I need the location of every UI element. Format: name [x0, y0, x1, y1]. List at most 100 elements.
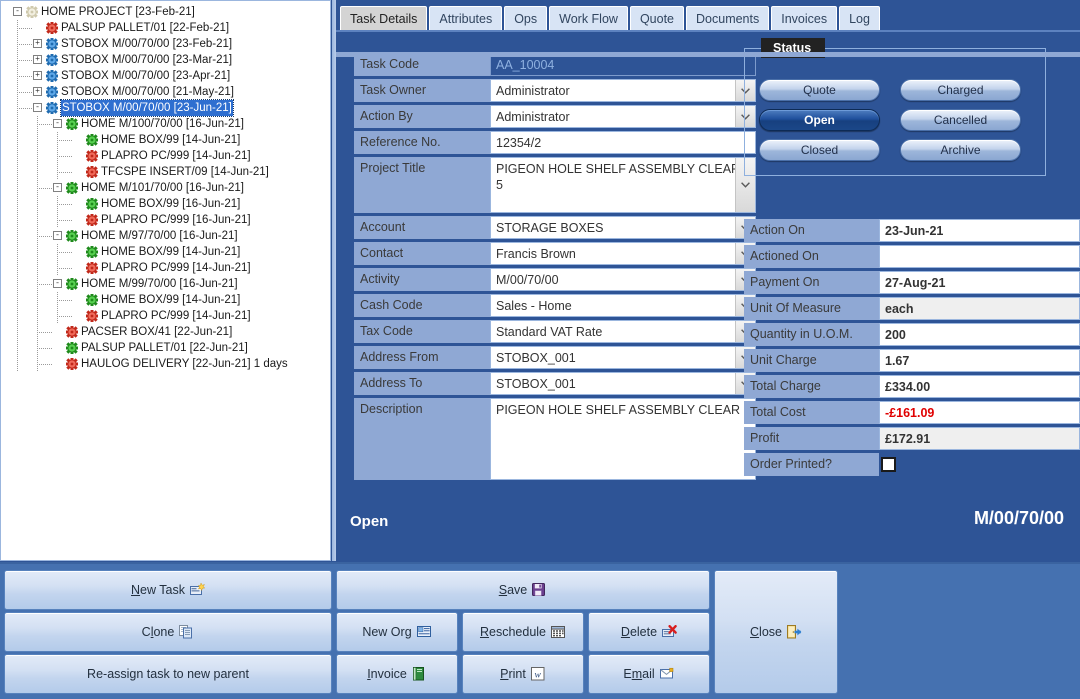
tree-expand-toggle[interactable]: +	[33, 87, 42, 96]
tree-node-label[interactable]: STOBOX M/00/70/00 [23-Mar-21]	[61, 52, 232, 68]
task-owner-select[interactable]: Administrator	[490, 79, 756, 102]
tree-node-label[interactable]: PLAPRO PC/999 [14-Jun-21]	[101, 308, 251, 324]
project-tree[interactable]: - HOME PROJECT [23-Feb-21] PALSUP PALLET…	[1, 1, 330, 372]
tree-node-label[interactable]: PALSUP PALLET/01 [22-Feb-21]	[61, 20, 229, 36]
tree-node-label[interactable]: PLAPRO PC/999 [14-Jun-21]	[101, 260, 251, 276]
email-button[interactable]: Email	[588, 654, 710, 694]
new-task-button[interactable]: New Task	[4, 570, 332, 610]
project-tree-panel[interactable]: - HOME PROJECT [23-Feb-21] PALSUP PALLET…	[0, 0, 331, 561]
tree-node-label[interactable]: PALSUP PALLET/01 [22-Jun-21]	[81, 340, 248, 356]
cash-code-select[interactable]: Sales - Home	[490, 294, 756, 317]
tree-node-label[interactable]: PACSER BOX/41 [22-Jun-21]	[81, 324, 232, 340]
tree-node-label[interactable]: HOME M/99/70/00 [16-Jun-21]	[81, 276, 238, 292]
new-org-button[interactable]: New Org	[336, 612, 458, 652]
tab-invoices[interactable]: Invoices	[771, 6, 838, 31]
delete-button[interactable]: Delete	[588, 612, 710, 652]
unit-charge-input[interactable]: 1.67	[879, 349, 1080, 372]
tree-node-label[interactable]: PLAPRO PC/999 [16-Jun-21]	[101, 212, 251, 228]
tree-expand-toggle[interactable]: +	[33, 39, 42, 48]
total-charge-input[interactable]: £334.00	[879, 375, 1080, 398]
tree-node-label[interactable]: HOME BOX/99 [14-Jun-21]	[101, 132, 240, 148]
tree-node-label[interactable]: HOME M/101/70/00 [16-Jun-21]	[81, 180, 244, 196]
tab-bar[interactable]: Task Details Attributes Ops Work Flow Quote D…	[340, 4, 882, 31]
tree-node[interactable]: PALSUP PALLET/01 [22-Jun-21]	[3, 340, 330, 356]
tree-node-label[interactable]: STOBOX M/00/70/00 [23-Feb-21]	[61, 36, 232, 52]
tree-collapse-toggle[interactable]: -	[13, 7, 22, 16]
tree-node[interactable]: - HOME M/100/70/00 [16-Jun-21]	[3, 116, 330, 132]
tree-collapse-toggle[interactable]: -	[53, 279, 62, 288]
status-button-quote[interactable]: Quote	[759, 79, 880, 101]
tree-node[interactable]: + STOBOX M/00/70/00 [23-Apr-21]	[3, 68, 330, 84]
tree-node[interactable]: HOME BOX/99 [14-Jun-21]	[3, 132, 330, 148]
tree-node[interactable]: + STOBOX M/00/70/00 [23-Mar-21]	[3, 52, 330, 68]
tree-node-label[interactable]: HAULOG DELIVERY [22-Jun-21] 1 days	[81, 356, 288, 372]
tree-node[interactable]: PLAPRO PC/999 [14-Jun-21]	[3, 260, 330, 276]
print-button[interactable]: Print w	[462, 654, 584, 694]
close-button[interactable]: Close	[714, 570, 838, 694]
tree-node-label[interactable]: PLAPRO PC/999 [14-Jun-21]	[101, 148, 251, 164]
tab-log[interactable]: Log	[839, 6, 880, 31]
tree-node-label[interactable]: HOME M/100/70/00 [16-Jun-21]	[81, 116, 244, 132]
tree-node[interactable]: HOME BOX/99 [16-Jun-21]	[3, 196, 330, 212]
tree-node[interactable]: PALSUP PALLET/01 [22-Feb-21]	[3, 20, 330, 36]
tree-node-label[interactable]: STOBOX M/00/70/00 [23-Jun-21]	[60, 99, 234, 117]
status-button-charged[interactable]: Charged	[900, 79, 1021, 101]
account-select[interactable]: STORAGE BOXES	[490, 216, 756, 239]
tree-node[interactable]: + STOBOX M/00/70/00 [21-May-21]	[3, 84, 330, 100]
tree-collapse-toggle[interactable]: -	[33, 103, 42, 112]
tree-node-label[interactable]: HOME BOX/99 [16-Jun-21]	[101, 196, 240, 212]
address-to-select[interactable]: STOBOX_001	[490, 372, 756, 395]
tree-node[interactable]: PLAPRO PC/999 [14-Jun-21]	[3, 308, 330, 324]
tree-collapse-toggle[interactable]: -	[53, 183, 62, 192]
tab-work-flow[interactable]: Work Flow	[549, 6, 628, 31]
action-by-select[interactable]: Administrator	[490, 105, 756, 128]
save-button[interactable]: Save	[336, 570, 710, 610]
action-on-input[interactable]: 23-Jun-21	[879, 219, 1080, 242]
status-button-closed[interactable]: Closed	[759, 139, 880, 161]
address-from-select[interactable]: STOBOX_001	[490, 346, 756, 369]
tree-node[interactable]: PACSER BOX/41 [22-Jun-21]	[3, 324, 330, 340]
status-button-open[interactable]: Open	[759, 109, 880, 131]
tree-node-label[interactable]: TFCSPE INSERT/09 [14-Jun-21]	[101, 164, 269, 180]
tree-node-label[interactable]: HOME BOX/99 [14-Jun-21]	[101, 292, 240, 308]
description-textarea[interactable]: PIGEON HOLE SHELF ASSEMBLY CLEAR	[490, 398, 756, 480]
status-button-archive[interactable]: Archive	[900, 139, 1021, 161]
activity-select[interactable]: M/00/70/00	[490, 268, 756, 291]
tree-node[interactable]: HOME BOX/99 [14-Jun-21]	[3, 292, 330, 308]
quantity-in-u-o-m-input[interactable]: 200	[879, 323, 1080, 346]
tree-expand-toggle[interactable]: +	[33, 71, 42, 80]
tab-ops[interactable]: Ops	[504, 6, 548, 31]
tree-node[interactable]: HAULOG DELIVERY [22-Jun-21] 1 days	[3, 356, 330, 372]
tree-node[interactable]: - HOME PROJECT [23-Feb-21]	[3, 4, 330, 20]
tab-documents[interactable]: Documents	[686, 6, 770, 31]
profit-input[interactable]: £172.91	[879, 427, 1080, 450]
tree-node[interactable]: - HOME M/97/70/00 [16-Jun-21]	[3, 228, 330, 244]
reference-no-input[interactable]: 12354/2	[490, 131, 756, 154]
tree-node[interactable]: + STOBOX M/00/70/00 [23-Feb-21]	[3, 36, 330, 52]
total-cost-input[interactable]: -£161.09	[879, 401, 1080, 424]
tree-node[interactable]: - HOME M/101/70/00 [16-Jun-21]	[3, 180, 330, 196]
project-title-textarea[interactable]: PIGEON HOLE SHELF ASSEMBLY CLEAR 5	[490, 157, 756, 213]
tree-node-label[interactable]: STOBOX M/00/70/00 [23-Apr-21]	[61, 68, 230, 84]
contact-select[interactable]: Francis Brown	[490, 242, 756, 265]
reassign-task-button[interactable]: Re-assign task to new parent	[4, 654, 332, 694]
tree-node[interactable]: PLAPRO PC/999 [16-Jun-21]	[3, 212, 330, 228]
reschedule-button[interactable]: Reschedule	[462, 612, 584, 652]
tax-code-select[interactable]: Standard VAT Rate	[490, 320, 756, 343]
tree-collapse-toggle[interactable]: -	[53, 119, 62, 128]
tree-collapse-toggle[interactable]: -	[53, 231, 62, 240]
tree-expand-toggle[interactable]: +	[33, 55, 42, 64]
order-printed-checkbox[interactable]	[881, 457, 896, 472]
tree-node[interactable]: TFCSPE INSERT/09 [14-Jun-21]	[3, 164, 330, 180]
actioned-on-input[interactable]	[879, 245, 1080, 268]
tree-node-label[interactable]: HOME PROJECT [23-Feb-21]	[41, 4, 195, 20]
tab-task-details[interactable]: Task Details	[340, 6, 428, 31]
tree-node[interactable]: - HOME M/99/70/00 [16-Jun-21]	[3, 276, 330, 292]
payment-on-input[interactable]: 27-Aug-21	[879, 271, 1080, 294]
tree-node[interactable]: PLAPRO PC/999 [14-Jun-21]	[3, 148, 330, 164]
tree-node[interactable]: - STOBOX M/00/70/00 [23-Jun-21]	[3, 99, 330, 117]
tree-node-label[interactable]: HOME BOX/99 [14-Jun-21]	[101, 244, 240, 260]
tree-node[interactable]: HOME BOX/99 [14-Jun-21]	[3, 244, 330, 260]
tree-node-label[interactable]: STOBOX M/00/70/00 [21-May-21]	[61, 84, 234, 100]
unit-of-measure-input[interactable]: each	[879, 297, 1080, 320]
